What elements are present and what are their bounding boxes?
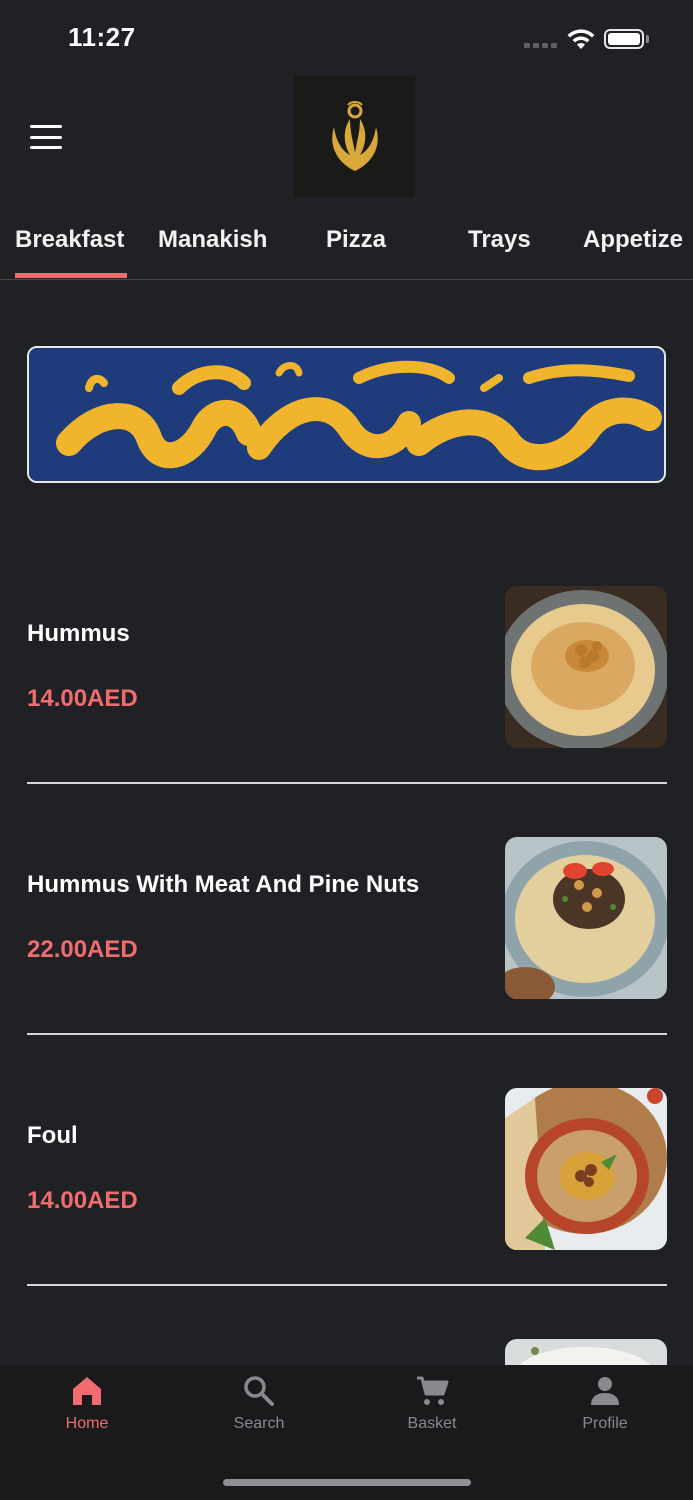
item-price: 22.00AED (27, 936, 138, 963)
wifi-icon (567, 29, 595, 49)
divider (27, 1033, 667, 1035)
person-icon (591, 1377, 619, 1405)
cart-icon (417, 1376, 449, 1405)
home-indicator (223, 1479, 471, 1486)
tab-pizza[interactable]: Pizza (326, 226, 386, 254)
logo-emblem (331, 100, 378, 171)
nav-search-label: Search (233, 1415, 285, 1432)
tab-breakfast[interactable]: Breakfast (15, 226, 124, 254)
nav-basket-label: Basket (407, 1415, 457, 1432)
tab-manakish[interactable]: Manakish (158, 226, 267, 254)
menu-item[interactable]: Hummus With Meat And Pine Nuts 22.00AED (27, 837, 667, 1037)
divider (27, 1284, 667, 1286)
hamburger-line (30, 146, 62, 149)
nav-home[interactable]: Home (37, 1375, 137, 1433)
status-time: 11:27 (68, 22, 136, 52)
hamburger-line (30, 135, 62, 139)
battery-icon (604, 29, 644, 49)
item-photo (505, 586, 667, 748)
item-photo (505, 837, 667, 999)
divider (27, 782, 667, 784)
banner-calligraphy-image (29, 348, 664, 481)
cellular-signal-icon (524, 43, 558, 49)
home-icon (73, 1377, 101, 1405)
status-bar: 11:27 (0, 0, 693, 80)
nav-profile[interactable]: Profile (555, 1375, 655, 1433)
tab-trays[interactable]: Trays (468, 226, 531, 254)
item-name: Hummus (27, 620, 130, 647)
nav-search[interactable]: Search (209, 1375, 309, 1433)
menu-button[interactable] (30, 125, 62, 149)
promo-banner[interactable] (27, 346, 666, 483)
category-tabs: Breakfast Manakish Pizza Trays Appetize (0, 210, 693, 280)
item-name: Foul (27, 1122, 78, 1149)
hamburger-line (30, 125, 62, 128)
nav-basket[interactable]: Basket (382, 1375, 482, 1433)
menu-item[interactable]: Hummus 14.00AED (27, 586, 667, 786)
item-photo (505, 1088, 667, 1250)
item-price: 14.00AED (27, 1187, 138, 1214)
restaurant-logo (294, 76, 415, 197)
menu-item[interactable]: Foul 14.00AED (27, 1088, 667, 1288)
search-icon (244, 1376, 274, 1406)
item-name: Hummus With Meat And Pine Nuts (27, 871, 420, 898)
item-price: 14.00AED (27, 685, 138, 712)
active-tab-indicator (15, 273, 127, 278)
nav-profile-label: Profile (582, 1415, 628, 1432)
nav-home-label: Home (65, 1415, 109, 1432)
tab-appetizers[interactable]: Appetize (583, 226, 683, 254)
